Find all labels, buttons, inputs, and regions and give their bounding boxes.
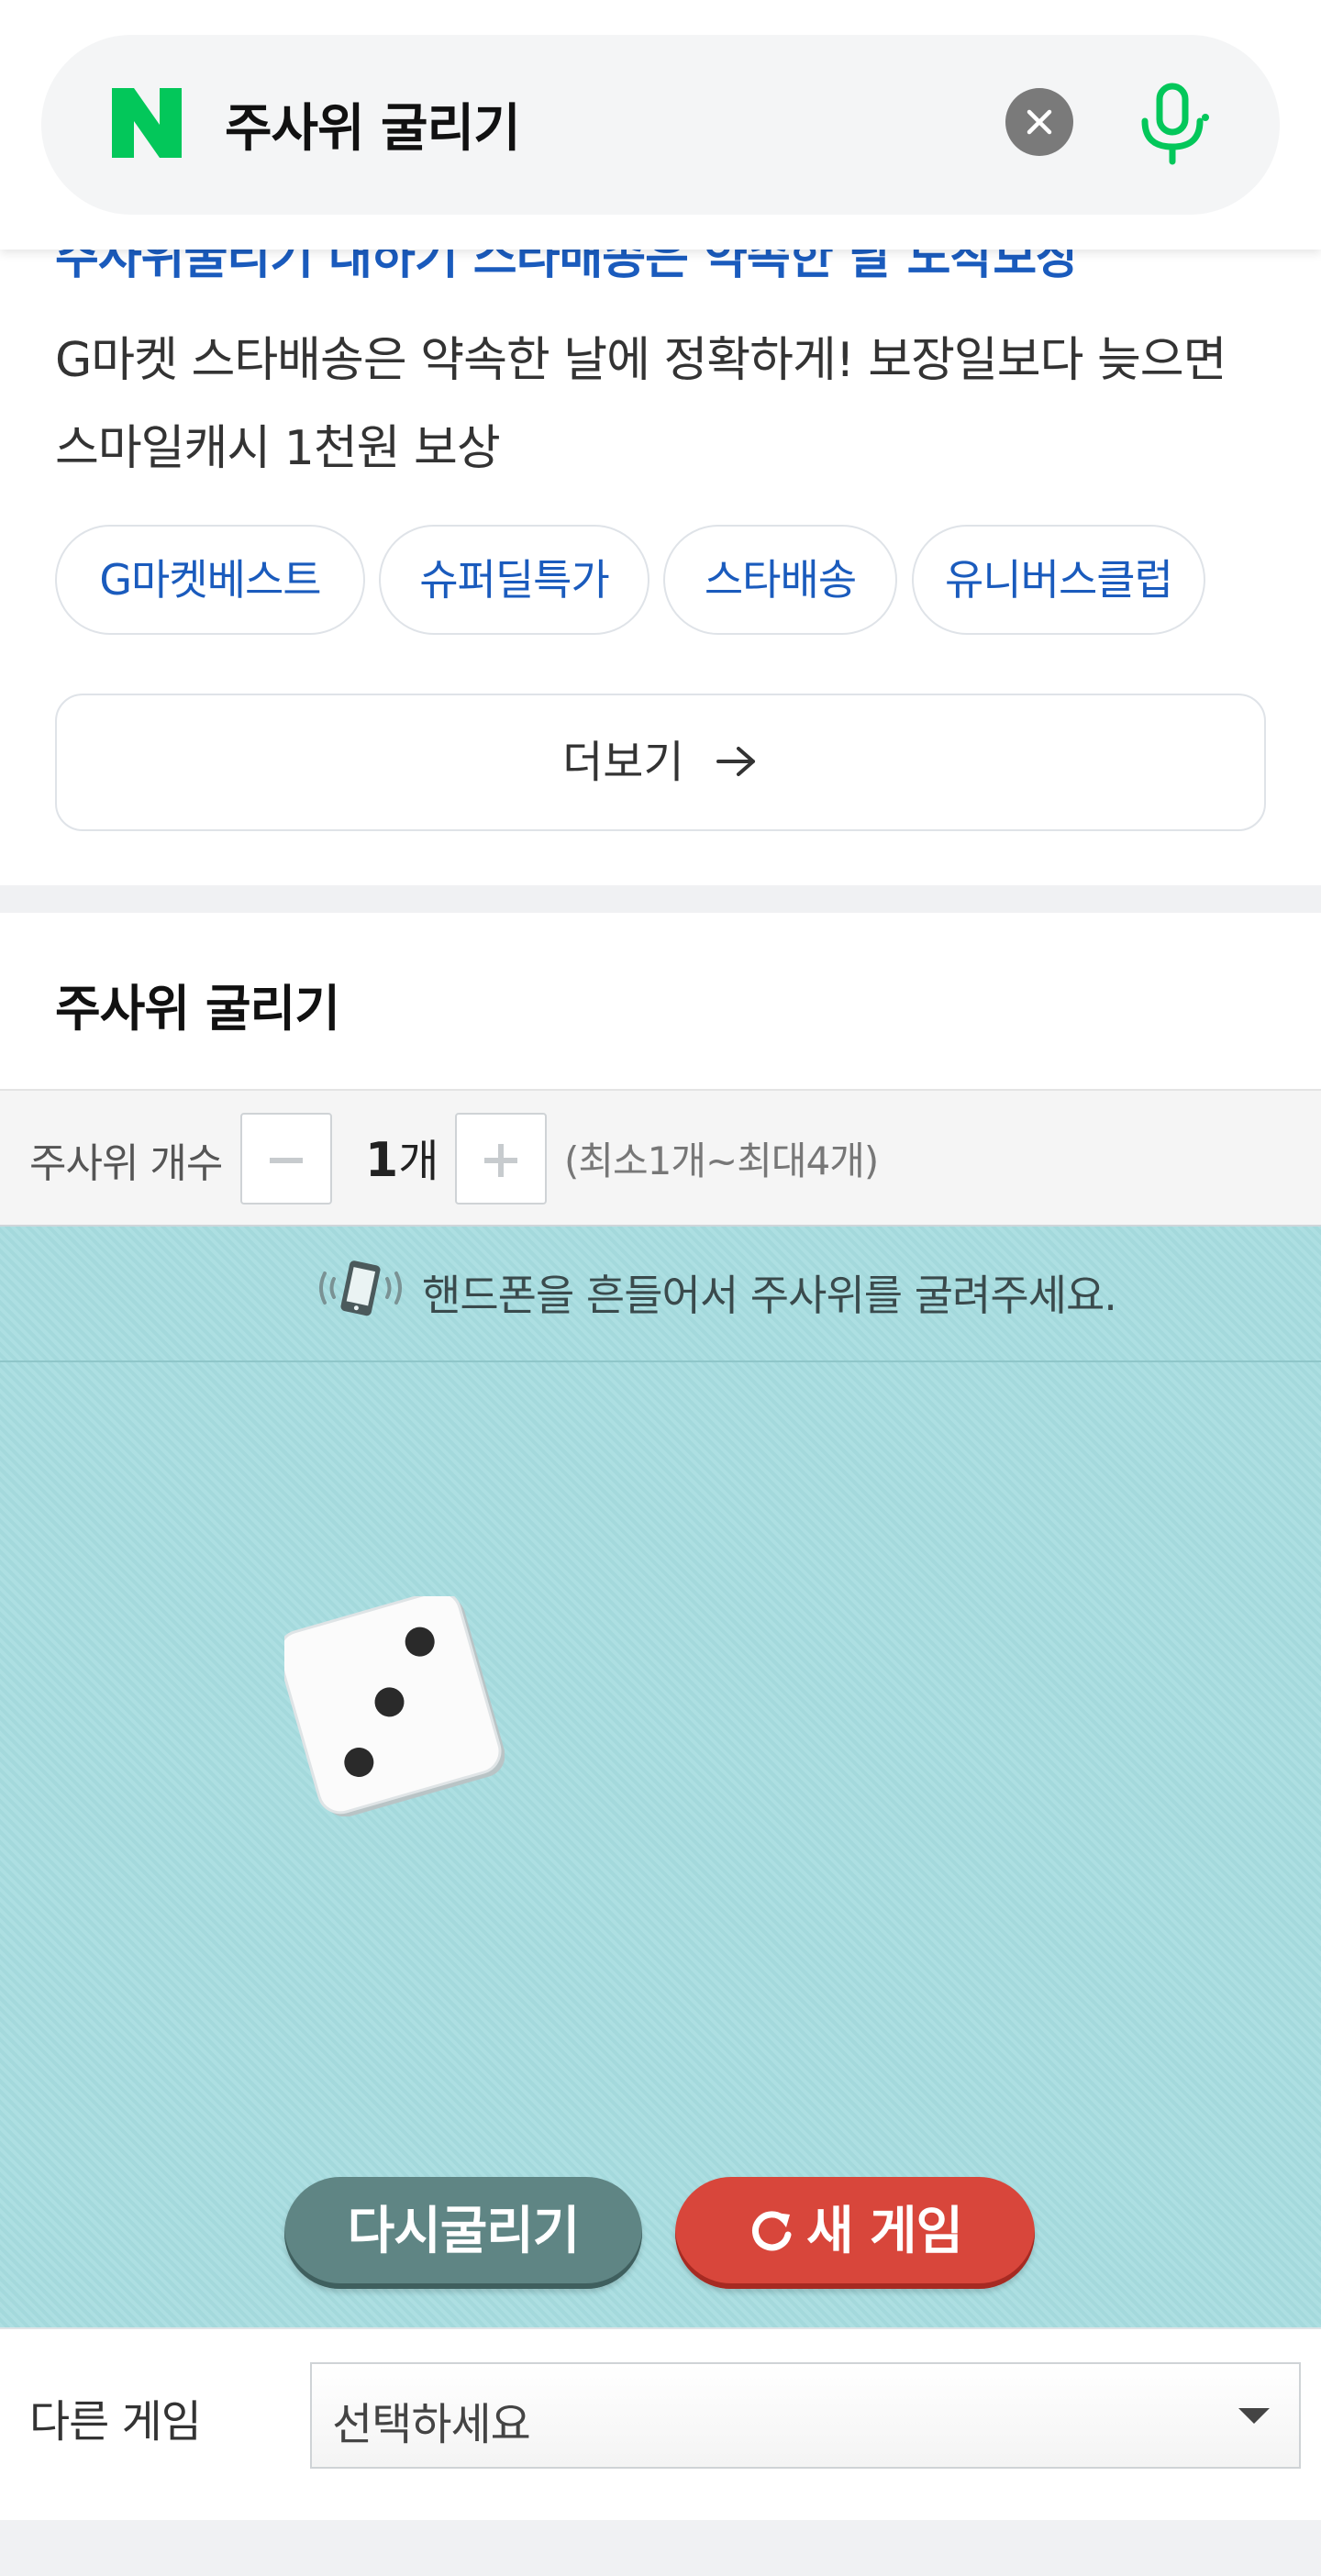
- chevron-down-icon: [1238, 2408, 1270, 2424]
- voice-search-icon[interactable]: [1136, 81, 1209, 167]
- other-game-label: 다른 게임: [29, 2396, 202, 2448]
- minus-icon: [270, 1158, 303, 1163]
- widget-title: 주사위 굴리기: [55, 980, 340, 1038]
- bottom-divider: [0, 2520, 1321, 2576]
- reroll-button[interactable]: 다시굴리기: [284, 2177, 642, 2289]
- shake-hint-text: 핸드폰을 흔들어서 주사위를 굴려주세요.: [422, 1271, 1117, 1320]
- refresh-icon: [751, 2211, 792, 2251]
- dice-count-label: 주사위 개수: [29, 1140, 223, 1187]
- section-divider: [0, 885, 1321, 913]
- decrease-dice-button[interactable]: [240, 1113, 332, 1205]
- ad-chip-gmarket-best[interactable]: G마켓베스트: [55, 525, 365, 635]
- dice-count-value: 1개: [365, 1125, 438, 1189]
- dice-board[interactable]: [0, 1227, 1321, 2327]
- ad-chip-superdeal[interactable]: 슈퍼딜특가: [379, 525, 649, 635]
- shake-phone-icon: [312, 1257, 407, 1321]
- new-game-button[interactable]: 새 게임: [675, 2177, 1035, 2289]
- increase-dice-button[interactable]: [455, 1113, 547, 1205]
- dice-count-number: 1: [365, 1133, 399, 1188]
- plus-icon: [484, 1144, 517, 1177]
- clear-search-button[interactable]: [1005, 88, 1073, 156]
- more-label: 더보기: [562, 737, 684, 788]
- dice-face-three[interactable]: [277, 1590, 505, 1817]
- search-header: 주사위 굴리기: [0, 0, 1321, 250]
- ad-chip-star-delivery[interactable]: 스타배송: [663, 525, 897, 635]
- naver-logo-icon[interactable]: [108, 84, 185, 161]
- dice-count-range-hint: (최소1개~최대4개): [564, 1138, 879, 1183]
- more-button[interactable]: 더보기: [55, 694, 1266, 831]
- ad-chip-universe-club[interactable]: 유니버스클럽: [912, 525, 1205, 635]
- ad-description: G마켓 스타배송은 약속한 날에 정확하게! 보장일보다 늦으면 스마일캐시 1…: [55, 333, 1227, 476]
- arrow-right-icon: [715, 698, 759, 832]
- search-input[interactable]: 주사위 굴리기: [225, 87, 521, 161]
- dice-count-unit: 개: [398, 1136, 439, 1187]
- other-game-select-value: 선택하세요: [332, 2399, 531, 2450]
- new-game-label: 새 게임: [805, 2202, 963, 2261]
- close-icon: [1027, 109, 1052, 135]
